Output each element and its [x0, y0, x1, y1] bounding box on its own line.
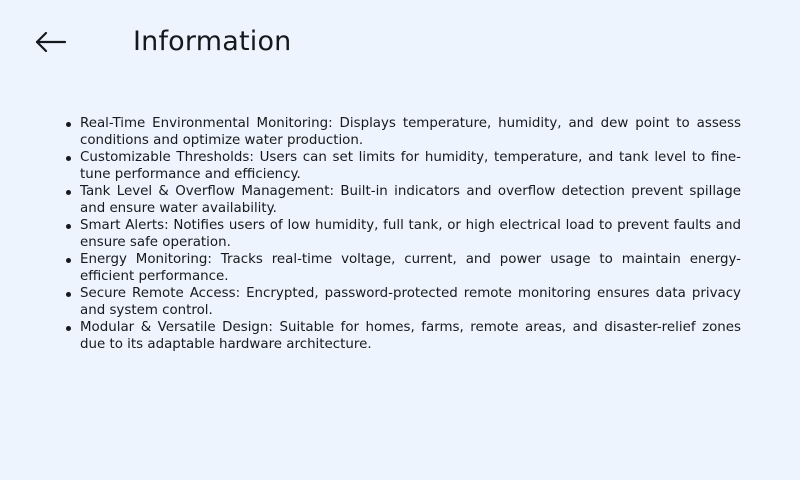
information-content: Real-Time Environmental Monitoring: Disp…: [62, 115, 741, 353]
feature-item-smart-alerts: Smart Alerts: Notifies users of low humi…: [62, 217, 741, 251]
feature-list: Real-Time Environmental Monitoring: Disp…: [62, 115, 741, 353]
feature-item-customizable-thresholds: Customizable Thresholds: Users can set l…: [62, 149, 741, 183]
header-bar: Information: [0, 0, 800, 84]
feature-item-environmental-monitoring: Real-Time Environmental Monitoring: Disp…: [62, 115, 741, 149]
feature-item-tank-level: Tank Level & Overflow Management: Built-…: [62, 183, 741, 217]
feature-item-secure-remote-access: Secure Remote Access: Encrypted, passwor…: [62, 285, 741, 319]
feature-item-modular-design: Modular & Versatile Design: Suitable for…: [62, 319, 741, 353]
back-button[interactable]: [28, 24, 72, 60]
feature-item-energy-monitoring: Energy Monitoring: Tracks real-time volt…: [62, 251, 741, 285]
arrow-left-icon: [32, 30, 68, 54]
page-title: Information: [133, 26, 292, 57]
